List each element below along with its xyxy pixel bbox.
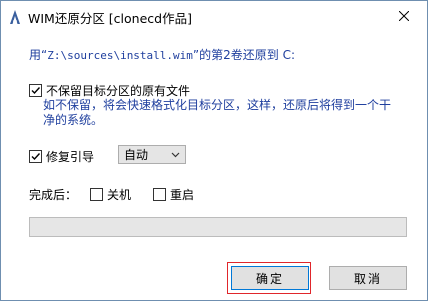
progress-bar xyxy=(29,217,407,237)
repair-boot-option[interactable]: 修复引导 xyxy=(29,148,94,165)
keep-files-option[interactable]: 不保留目标分区的原有文件 xyxy=(29,82,190,99)
boot-mode-value: 自动 xyxy=(124,148,149,162)
shutdown-checkbox[interactable] xyxy=(90,188,103,201)
keep-files-checkbox[interactable] xyxy=(29,84,42,97)
shutdown-label: 关机 xyxy=(107,188,132,202)
keep-files-note: 如不保留，将会快速格式化目标分区，这样，还原后将得到一个干净的系统。 xyxy=(43,98,392,127)
chevron-down-icon xyxy=(171,152,180,158)
title-bar[interactable]: WIM还原分区 [clonecd作品] xyxy=(1,1,427,31)
after-completion-label: 完成后： xyxy=(29,188,78,202)
window-title: WIM还原分区 [clonecd作品] xyxy=(28,11,192,26)
message-prefix: 用“ xyxy=(29,48,48,62)
restore-message: 用“Z:\sources\install.wim”的第2卷还原到 C: xyxy=(29,46,295,63)
message-suffix: ”的第2卷还原到 C: xyxy=(192,48,296,62)
restart-option[interactable]: 重启 xyxy=(153,186,194,203)
repair-boot-label: 修复引导 xyxy=(46,150,95,164)
boot-mode-select[interactable]: 自动 xyxy=(118,145,186,164)
restart-label: 重启 xyxy=(170,188,195,202)
wim-path: Z:\sources\install.wim xyxy=(47,49,193,62)
check-icon xyxy=(31,153,41,161)
close-icon xyxy=(399,11,409,21)
cancel-button[interactable]: 取消 xyxy=(329,266,407,290)
check-icon xyxy=(31,87,41,95)
restart-checkbox[interactable] xyxy=(153,188,166,201)
close-button[interactable] xyxy=(381,1,427,31)
wim-restore-dialog: WIM还原分区 [clonecd作品] 用“Z:\sources\install… xyxy=(0,0,428,301)
repair-boot-checkbox[interactable] xyxy=(29,150,42,163)
shutdown-option[interactable]: 关机 xyxy=(90,186,131,203)
ok-button[interactable]: 确定 xyxy=(231,266,309,290)
app-icon xyxy=(8,9,22,25)
keep-files-label: 不保留目标分区的原有文件 xyxy=(46,84,191,98)
